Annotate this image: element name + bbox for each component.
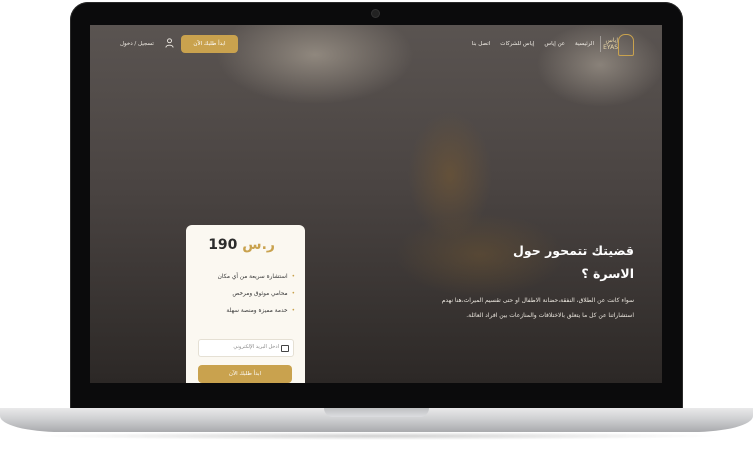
bullet-icon: • (291, 291, 295, 297)
hero-title: قضيتك تتمحور حول الاسرة ؟ (464, 239, 634, 285)
logo-text: إياس EYAS (603, 37, 618, 51)
bullet-icon: • (291, 274, 295, 280)
laptop-notch (324, 408, 429, 417)
price-currency: ر.س (242, 237, 275, 253)
laptop-frame: إياس EYAS الرئيسية عن إياس إياس للشركات … (0, 0, 753, 450)
logo-divider (600, 36, 601, 52)
main-menu: الرئيسية عن إياس إياس للشركات اتصل بنا (472, 41, 594, 47)
user-icon[interactable] (165, 38, 174, 48)
camera-icon (372, 10, 379, 17)
feature-list: •استشارة سريعة من أي مكان •محامي موثوق و… (190, 272, 295, 323)
laptop-shadow (30, 432, 723, 440)
login-link[interactable]: تسجيل / دخول (120, 41, 154, 47)
price: 190 ر.س (208, 237, 275, 253)
menu-item-contact[interactable]: اتصل بنا (472, 41, 491, 47)
email-placeholder: ادخل البريد الإلكتروني (233, 344, 279, 350)
hero-title-line2: الاسرة ؟ (581, 266, 634, 281)
bullet-icon: • (291, 308, 295, 314)
pricing-card: 190 ر.س •استشارة سريعة من أي مكان •محامي… (186, 225, 305, 383)
email-field[interactable]: ادخل البريد الإلكتروني (198, 339, 294, 357)
laptop-lid: إياس EYAS الرئيسية عن إياس إياس للشركات … (70, 2, 683, 412)
menu-item-companies[interactable]: إياس للشركات (500, 41, 534, 47)
logo-icon[interactable] (618, 34, 634, 56)
feature-item: •خدمة مميزة ومنصة سهلة (190, 306, 295, 323)
mail-icon (281, 345, 289, 352)
feature-text: محامي موثوق ومرخص (232, 291, 288, 297)
price-value: 190 (208, 237, 238, 253)
top-navigation: إياس EYAS الرئيسية عن إياس إياس للشركات … (90, 34, 662, 60)
feature-text: استشارة سريعة من أي مكان (217, 274, 288, 280)
website-screen: إياس EYAS الرئيسية عن إياس إياس للشركات … (90, 25, 662, 383)
feature-item: •استشارة سريعة من أي مكان (190, 272, 295, 289)
start-request-button[interactable]: ابدأ طلبك الآن (181, 35, 238, 53)
feature-text: خدمة مميزة ومنصة سهلة (226, 308, 288, 314)
card-start-request-button[interactable]: ابدأ طلبك الآن (198, 365, 292, 383)
menu-item-about[interactable]: عن إياس (544, 41, 565, 47)
feature-item: •محامي موثوق ومرخص (190, 289, 295, 306)
menu-item-home[interactable]: الرئيسية (575, 41, 594, 47)
hero-title-line1: قضيتك تتمحور حول (513, 243, 634, 258)
hero-description: سواء كانت عن الطلاق، النفقة،حضانة الاطفا… (441, 297, 634, 319)
